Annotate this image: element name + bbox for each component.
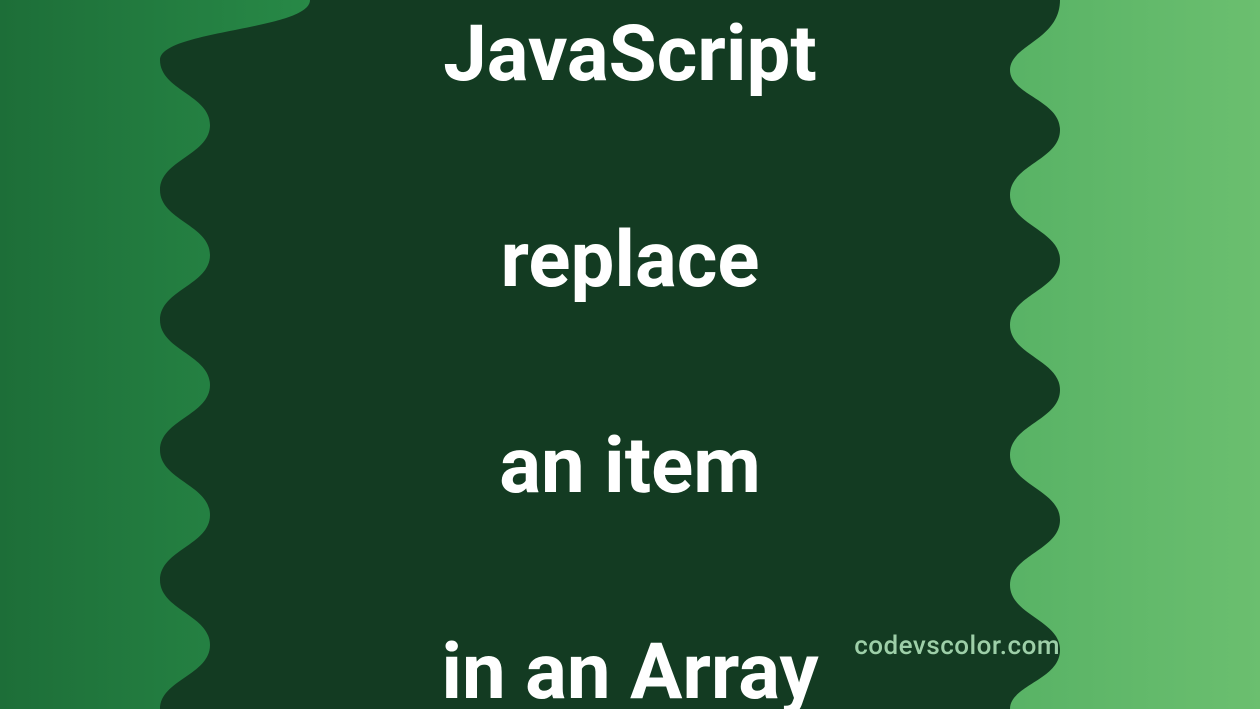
banner-title: JavaScript replace an item in an Array — [441, 0, 818, 725]
title-line-2: replace — [501, 215, 760, 306]
banner-canvas: JavaScript replace an item in an Array c… — [0, 0, 1260, 709]
watermark-text: codevscolor.com — [854, 631, 1060, 661]
title-line-4: in an Array — [441, 627, 818, 718]
title-line-3: an item — [499, 421, 761, 512]
title-line-1: JavaScript — [443, 9, 817, 100]
